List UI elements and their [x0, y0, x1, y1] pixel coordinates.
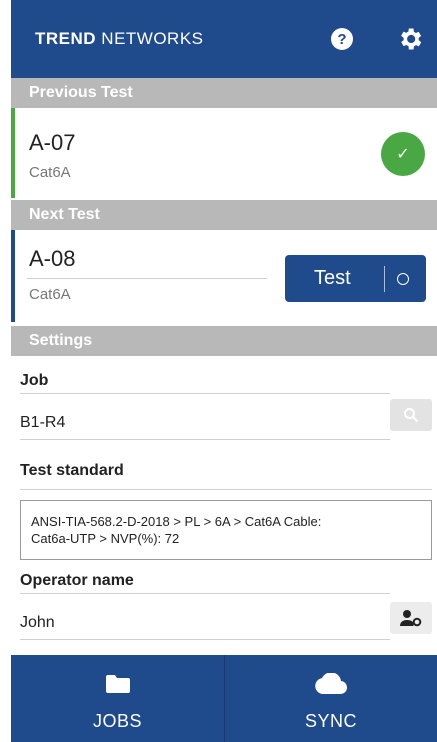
circle-icon [397, 272, 409, 285]
cloud-icon [315, 673, 347, 695]
job-search-button[interactable] [390, 399, 432, 431]
jobs-tab-label: JOBS [92, 711, 142, 731]
field-underline [20, 439, 390, 440]
sync-tab-label: SYNC [304, 711, 357, 731]
gear-icon[interactable] [396, 25, 424, 53]
test-standard-line: Cat6a-UTP > NVP(%): 72 [31, 531, 180, 546]
status-stripe [11, 230, 15, 322]
divider [20, 593, 390, 594]
operator-field[interactable]: John [20, 614, 55, 632]
cable-type: Cat6A [29, 164, 71, 181]
job-field[interactable]: B1-R4 [20, 414, 65, 432]
status-stripe [11, 108, 15, 198]
jobs-tab[interactable]: JOBS [11, 655, 224, 742]
test-standard-line: ANSI-TIA-568.2-D-2018 > PL > 6A > Cat6A … [31, 514, 322, 529]
test-standard-field[interactable]: ANSI-TIA-568.2-D-2018 > PL > 6A > Cat6A … [20, 500, 432, 560]
bottom-nav: JOBS SYNC [11, 655, 437, 742]
sync-tab[interactable]: SYNC [224, 655, 437, 742]
test-code: A-08 [29, 246, 76, 271]
job-label: Job [20, 372, 49, 389]
operator-label: Operator name [20, 572, 134, 589]
test-code: A-07 [29, 130, 76, 155]
user-gear-icon [400, 610, 422, 627]
divider [27, 278, 267, 279]
search-icon [404, 408, 419, 423]
test-button-label: Test [314, 267, 351, 289]
divider [384, 265, 385, 292]
next-test-header: Next Test [11, 200, 437, 230]
test-button[interactable]: Test [285, 255, 426, 302]
brand-logo: TREND NETWORKS [35, 29, 204, 48]
app-header: TREND NETWORKS ? [11, 0, 437, 78]
field-underline [20, 639, 390, 640]
divider [20, 393, 390, 394]
help-icon[interactable]: ? [331, 28, 353, 50]
previous-test-card[interactable]: A-07 Cat6A [11, 108, 437, 198]
divider [20, 489, 432, 490]
pass-check-icon: ✓ [381, 132, 425, 176]
test-standard-label: Test standard [20, 462, 124, 479]
previous-test-header: Previous Test [11, 78, 437, 108]
settings-header: Settings [11, 326, 437, 356]
folder-icon [105, 675, 130, 693]
operator-settings-button[interactable] [390, 602, 432, 634]
cable-type: Cat6A [29, 286, 71, 303]
